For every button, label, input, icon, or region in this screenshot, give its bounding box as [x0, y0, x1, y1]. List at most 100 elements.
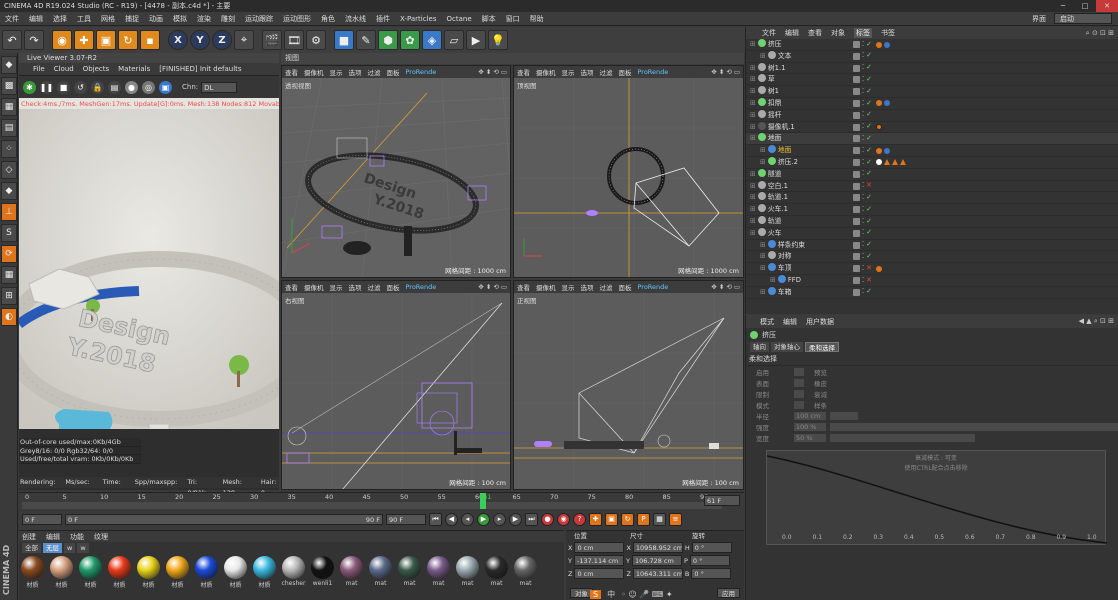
expand-icon[interactable]: ⊞ — [746, 276, 776, 284]
menu-item[interactable]: Octane — [441, 15, 476, 23]
object-name[interactable]: 树1 — [768, 87, 779, 95]
layer-icon[interactable] — [853, 52, 860, 60]
visibility-flags[interactable]: ⁚ ✕ — [853, 263, 872, 274]
enabled-check-icon[interactable]: ✓ — [866, 192, 872, 204]
vp-menu-panel[interactable]: 面板 — [619, 282, 632, 292]
material-swatch[interactable]: mat — [456, 556, 479, 589]
object-name[interactable]: 车箱 — [778, 288, 792, 296]
om-menu-bookmarks[interactable]: 书签 — [881, 28, 895, 38]
menu-item[interactable]: 编辑 — [24, 14, 48, 24]
menu-item[interactable]: 脚本 — [477, 14, 501, 24]
menu-item[interactable]: 模拟 — [168, 14, 192, 24]
workplane-icon[interactable]: ▤ — [1, 119, 17, 137]
expand-icon[interactable]: ⊞ — [746, 40, 756, 48]
object-row[interactable]: ⊞ 扣鼎 ⁚ ✓ — [746, 97, 1118, 110]
viewport-front[interactable]: 查看 摄像机 显示 选项 过滤 面板 ProRende ✥ ⬍ ⟲ ▭ 正视图 … — [513, 280, 744, 490]
viewport-nav-icons[interactable]: ✥ ⬍ ⟲ ▭ — [711, 283, 743, 291]
am-menu-mode[interactable]: 模式 — [760, 317, 774, 327]
visibility-flags[interactable]: ⁚ ✓ — [853, 240, 872, 251]
visibility-flags[interactable]: ⁚ ✓ — [853, 157, 872, 168]
layer-icon[interactable] — [853, 206, 860, 214]
protection-tag-icon[interactable] — [876, 124, 882, 131]
tab-w1[interactable]: w — [64, 542, 76, 553]
expand-icon[interactable]: ⊞ — [746, 134, 756, 142]
tag-icon[interactable] — [876, 41, 882, 48]
menu-item[interactable]: 运动跟踪 — [240, 14, 278, 24]
visibility-dots-icon[interactable]: ⁚ — [862, 204, 864, 216]
vp-menu-prorender[interactable]: ProRende — [406, 68, 437, 76]
disabled-icon[interactable]: ✕ — [866, 275, 872, 287]
tab-soft-selection[interactable]: 柔和选择 — [805, 342, 839, 352]
visibility-flags[interactable]: ⁚ ✓ — [853, 74, 872, 85]
polygons-mode-icon[interactable]: ◆ — [1, 182, 17, 200]
visibility-dots-icon[interactable]: ⁚ — [862, 133, 864, 145]
visibility-flags[interactable]: ⁚ ✕ — [853, 181, 872, 192]
scale-key-button[interactable]: ▣ — [605, 512, 618, 526]
visibility-flags[interactable]: ⁚ ✓ — [853, 145, 872, 156]
chn-select[interactable]: DL — [201, 81, 238, 93]
object-name[interactable]: 火车 — [768, 229, 782, 237]
tab-all[interactable]: 全部 — [22, 542, 41, 553]
array-icon[interactable]: ✿ — [400, 30, 420, 50]
layer-icon[interactable] — [853, 288, 860, 296]
move-button[interactable]: ✚ — [74, 30, 94, 50]
slider-track[interactable] — [829, 422, 1118, 431]
subdivision-icon[interactable]: ⬢ — [378, 30, 398, 50]
expand-icon[interactable]: ⊞ — [746, 64, 756, 72]
current-frame-field[interactable]: 61 F — [704, 495, 740, 506]
visibility-dots-icon[interactable]: ⁚ — [862, 216, 864, 228]
pause-icon[interactable]: ❚❚ — [40, 80, 53, 94]
tag-icon[interactable] — [900, 159, 906, 166]
vp-menu-filter[interactable]: 过滤 — [368, 67, 381, 77]
ime-icons[interactable]: ◦ ☺ 🎤 ⌨ ✦ — [621, 590, 672, 599]
viewport-tab[interactable]: 视图 — [281, 53, 744, 64]
layer-icon[interactable] — [853, 123, 860, 131]
visibility-dots-icon[interactable]: ⁚ — [862, 50, 864, 62]
object-name[interactable]: 样条约束 — [778, 241, 805, 249]
enabled-check-icon[interactable]: ✓ — [866, 251, 872, 263]
size-field[interactable]: 10643.311 cm — [632, 568, 683, 579]
attr-checkbox[interactable] — [794, 378, 804, 387]
menu-item[interactable]: 窗口 — [501, 14, 525, 24]
light-icon[interactable]: 💡 — [488, 30, 508, 50]
enabled-check-icon[interactable]: ✓ — [866, 39, 872, 51]
menu-item[interactable]: 雕刻 — [216, 14, 240, 24]
layer-icon[interactable] — [853, 41, 860, 48]
redo-button[interactable]: ↷ — [24, 30, 44, 50]
vp-menu-prorender[interactable]: ProRende — [638, 68, 669, 76]
nav-icons[interactable]: ◀ ▲ ⌕ ⊡ ⊞ — [1079, 317, 1118, 326]
material-swatch[interactable]: 材质 — [224, 556, 247, 589]
visibility-dots-icon[interactable]: ⁚ — [862, 275, 864, 287]
vp-menu-options[interactable]: 选项 — [349, 282, 362, 292]
timeline[interactable]: 05101520253035404550556065707580859061 6… — [19, 492, 744, 509]
menu-item[interactable]: 插件 — [371, 14, 395, 24]
object-row[interactable]: ⊞ 地面 ⁚ ✓ — [746, 145, 1118, 157]
visibility-dots-icon[interactable]: ⁚ — [862, 74, 864, 86]
vp-menu-camera[interactable]: 摄像机 — [304, 282, 324, 292]
render-view-button[interactable]: 🎬 — [262, 30, 282, 50]
layer-icon[interactable] — [853, 64, 860, 72]
vp-menu-display[interactable]: 显示 — [330, 67, 343, 77]
material-swatch[interactable]: chesher — [282, 556, 305, 589]
points-mode-icon[interactable]: ⁘ — [1, 140, 17, 158]
enabled-check-icon[interactable]: ✓ — [866, 109, 872, 121]
attr-checkbox[interactable] — [794, 367, 804, 376]
om-menu-view[interactable]: 查看 — [808, 28, 822, 38]
expand-icon[interactable]: ⊞ — [746, 123, 756, 131]
visibility-dots-icon[interactable]: ⁚ — [862, 227, 864, 239]
attr-checkbox[interactable] — [794, 400, 804, 409]
visibility-dots-icon[interactable]: ⁚ — [862, 180, 864, 192]
workplane-lock-icon[interactable]: ▦ — [1, 266, 17, 284]
render-picture-button[interactable]: 🎞 — [284, 30, 304, 50]
apply-button[interactable]: 应用 — [717, 588, 740, 598]
start-frame-field[interactable]: 0 F — [22, 513, 62, 525]
axis-mode-icon[interactable]: ⊥ — [1, 203, 17, 221]
object-row[interactable]: ⊞ 摄像机.1 ⁚ ✓ — [746, 121, 1118, 134]
x-axis-toggle[interactable]: X — [168, 30, 188, 50]
visibility-flags[interactable]: ⁚ ✓ — [853, 39, 872, 50]
layer-icon[interactable] — [853, 182, 860, 190]
tweak-mode-icon[interactable]: S — [1, 224, 17, 242]
play-button[interactable]: ▶ — [477, 512, 490, 526]
floor-icon[interactable]: ▱ — [444, 30, 464, 50]
tab-axis[interactable]: 轴向 — [750, 342, 769, 352]
